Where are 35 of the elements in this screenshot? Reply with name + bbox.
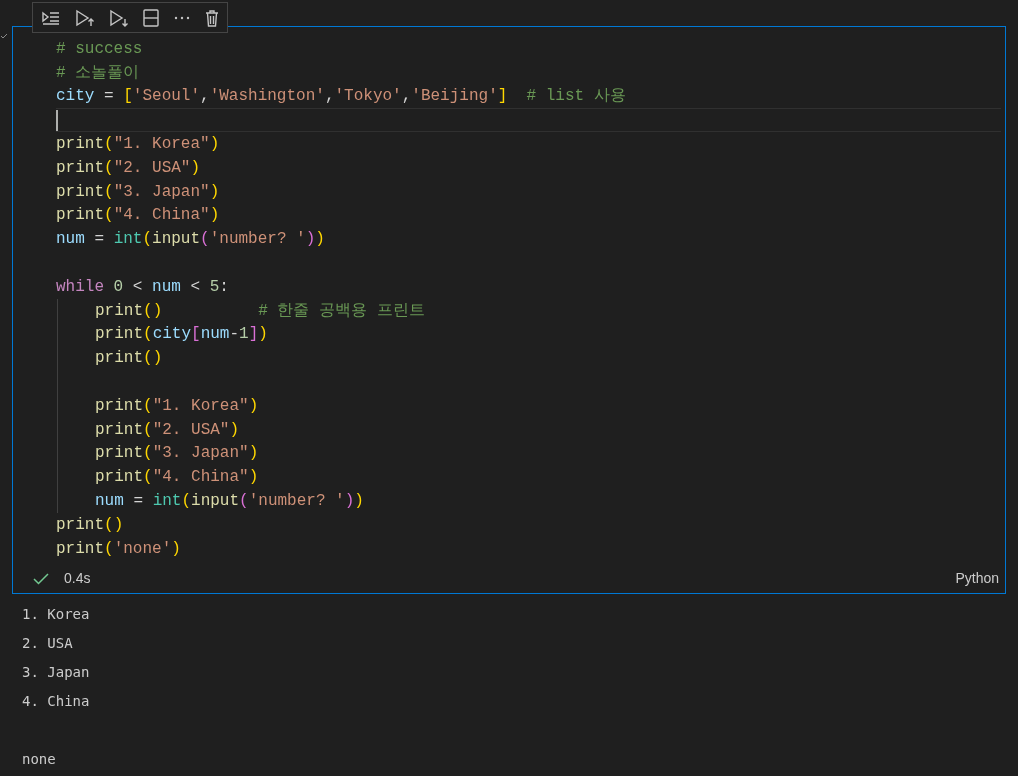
code-line: while 0 < num < 5: bbox=[56, 276, 229, 298]
output-line: 2. USA bbox=[22, 633, 73, 653]
code-line: num = int(input('number? ')) bbox=[56, 229, 325, 251]
output-line: none bbox=[22, 749, 56, 769]
text-cursor bbox=[56, 109, 58, 131]
run-below-icon[interactable] bbox=[109, 8, 129, 27]
code-line: print() bbox=[56, 514, 124, 536]
code-line: print("2. USA") bbox=[56, 157, 201, 179]
output-line: 4. China bbox=[22, 691, 90, 711]
more-icon[interactable] bbox=[173, 15, 191, 20]
code-line: # success bbox=[56, 38, 143, 60]
code-cell[interactable] bbox=[12, 26, 1006, 594]
code-line: print() bbox=[95, 348, 163, 370]
code-line: print("2. USA") bbox=[95, 419, 240, 441]
code-line: print(city[num-1]) bbox=[95, 324, 268, 346]
code-line: print("4. China") bbox=[95, 467, 259, 489]
output-line: 1. Korea bbox=[22, 604, 90, 624]
code-line: # 소놀풀이 bbox=[56, 62, 140, 84]
code-line: print() # 한줄 공백용 프린트 bbox=[95, 300, 425, 322]
checkmark-icon bbox=[0, 33, 8, 39]
trash-icon[interactable] bbox=[205, 8, 219, 27]
code-line: print("4. China") bbox=[56, 205, 220, 227]
execution-time: 0.4s bbox=[64, 569, 91, 589]
output-line: 3. Japan bbox=[22, 662, 90, 682]
code-line: num = int(input('number? ')) bbox=[95, 491, 364, 512]
language-label[interactable]: Python bbox=[955, 568, 999, 590]
run-above-icon[interactable] bbox=[75, 8, 95, 27]
code-line: print("3. Japan") bbox=[56, 181, 220, 203]
code-line: city = ['Seoul','Washington','Tokyo','Beijing'] # list 사용 bbox=[56, 86, 626, 108]
run-by-line-icon[interactable] bbox=[41, 9, 61, 26]
code-line: print('none') bbox=[56, 538, 181, 560]
split-cell-icon[interactable] bbox=[143, 8, 159, 27]
code-line: print("1. Korea") bbox=[95, 395, 259, 417]
code-line: print("3. Japan") bbox=[95, 443, 259, 465]
code-line: print("1. Korea") bbox=[56, 134, 220, 155]
